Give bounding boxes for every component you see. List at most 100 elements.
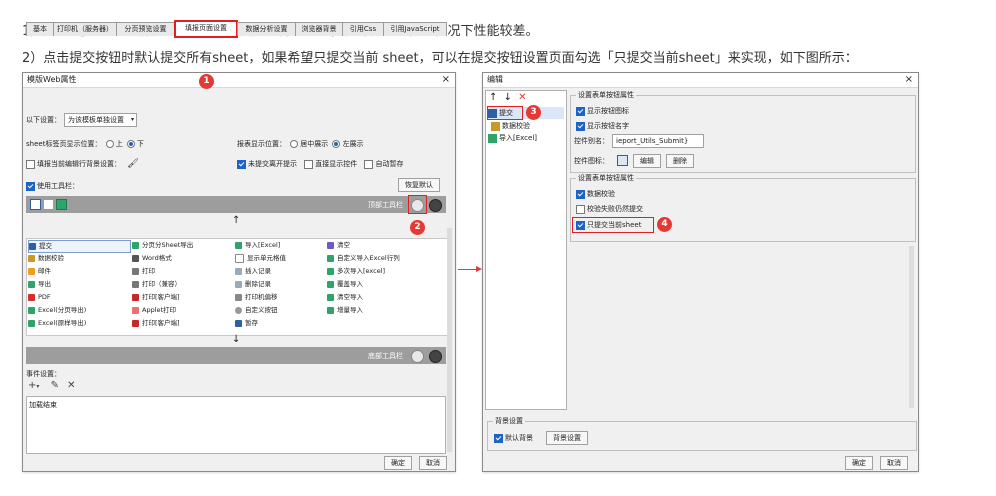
event-list: 加载结束	[26, 396, 446, 454]
excel-icon	[56, 199, 67, 210]
vertical-scrollbar[interactable]	[447, 228, 452, 452]
delete-icon[interactable]: ✕	[67, 380, 75, 391]
tree-item-validate[interactable]: 数据校验	[491, 121, 530, 131]
excel-icon	[327, 306, 334, 314]
arrow-up-icon: ↑	[232, 215, 241, 226]
background-settings-button[interactable]: 背景设置	[546, 431, 588, 445]
close-circle-icon[interactable]	[429, 350, 442, 363]
tree-item-label: 数据校验	[502, 122, 530, 130]
fill-bg-label: 填报当前编辑行背景设置：	[37, 160, 121, 168]
grid-cell[interactable]: 导入[Excel]	[235, 240, 280, 251]
radio-bottom[interactable]	[126, 140, 135, 148]
tab-fill-page-settings[interactable]: 填报页面设置	[174, 20, 238, 38]
default-bg-row: 默认背景	[494, 433, 533, 443]
control-icon-label: 控件图标：	[574, 157, 609, 165]
paint-bucket-icon[interactable]: 🖌	[127, 159, 138, 169]
cancel-button[interactable]: 取消	[880, 456, 908, 470]
tree-item-import[interactable]: 导入[Excel]	[488, 133, 537, 143]
tab-css[interactable]: 引用Css	[342, 22, 384, 36]
pdf-icon	[28, 293, 35, 301]
chevron-down-icon[interactable]: ▾	[36, 383, 39, 390]
grid-cell[interactable]: 覆盖导入	[327, 279, 363, 290]
grid-cell-label: 清空导入	[337, 293, 363, 301]
event-item[interactable]: 加载结束	[29, 400, 57, 410]
grid-cell[interactable]: 分页分Sheet导出	[132, 240, 193, 251]
cancel-button[interactable]: 取消	[419, 456, 447, 470]
radio-center-label: 居中展示	[300, 140, 329, 148]
tab-printer-server[interactable]: 打印机（服务器）	[53, 22, 117, 36]
move-up-icon[interactable]: ↑	[489, 92, 497, 103]
highlight-gear	[408, 195, 427, 214]
grid-cell[interactable]: Applet打印	[132, 305, 176, 316]
tab-data-analysis[interactable]: 数据分析设置	[237, 22, 296, 36]
delete-button[interactable]: 删除	[666, 154, 694, 168]
grid-cell[interactable]: 自定义按钮	[235, 305, 278, 316]
vertical-scrollbar[interactable]	[909, 246, 914, 408]
show-icon-label: 显示按钮图标	[587, 107, 629, 115]
radio-bottom-label: 下	[136, 140, 144, 148]
close-icon[interactable]: ×	[442, 73, 450, 87]
grid-cell[interactable]: 清空	[327, 240, 350, 251]
grid-cell[interactable]: 打印	[132, 266, 155, 277]
auto-save-label: 自动暂存	[375, 160, 404, 168]
radio-top[interactable]	[105, 140, 114, 148]
grid-cell[interactable]: 多次导入[excel]	[327, 266, 385, 277]
grid-cell[interactable]: 邮件	[28, 266, 51, 277]
setting-scope-select[interactable]: 为该模板单独设置 ▾	[64, 113, 137, 127]
tab-basic[interactable]: 基本	[26, 22, 54, 36]
grid-cell-label: 打印	[142, 267, 155, 275]
data-check-checkbox[interactable]	[576, 189, 585, 199]
grid-cell-label: 多次导入[excel]	[337, 267, 386, 275]
grid-cell[interactable]: 暂存	[235, 318, 258, 329]
restore-default-button[interactable]: 恢复默认	[398, 178, 440, 192]
radio-center[interactable]	[290, 140, 299, 148]
show-name-checkbox[interactable]	[576, 121, 585, 131]
fill-bg-checkbox[interactable]	[26, 159, 35, 169]
grid-cell[interactable]: 数据校验	[28, 253, 64, 264]
grid-cell-label: 自定义导入Excel行列	[337, 254, 400, 262]
close-icon[interactable]: ×	[905, 73, 913, 87]
direct-show-checkbox[interactable]	[304, 159, 314, 169]
grid-cell[interactable]: Word格式	[132, 253, 172, 264]
print-icon	[132, 267, 139, 275]
grid-cell[interactable]: 自定义导入Excel行列	[327, 253, 400, 264]
tab-page-preview[interactable]: 分页预览设置	[116, 22, 175, 36]
grid-cell[interactable]: 显示单元格值	[235, 253, 286, 264]
move-down-icon[interactable]: ↓	[504, 92, 512, 103]
grid-cell[interactable]: 打印[客户端]	[132, 318, 180, 329]
grid-cell[interactable]: Excel(原样导出)	[28, 318, 86, 329]
grid-cell[interactable]: 导出	[28, 279, 51, 290]
gear-icon[interactable]	[411, 350, 424, 363]
grid-cell-submit[interactable]: 提交	[28, 240, 131, 253]
control-alias-input[interactable]: ieport_Utils_Submit}	[612, 134, 704, 148]
grid-cell-label: Applet打印	[142, 306, 177, 314]
grid-cell[interactable]: 清空导入	[327, 292, 363, 303]
edit-button[interactable]: 编辑	[633, 154, 661, 168]
show-icon-checkbox[interactable]	[576, 106, 585, 116]
grid-cell[interactable]: 增量导入	[327, 305, 363, 316]
ok-button[interactable]: 确定	[845, 456, 873, 470]
grid-cell[interactable]: 打印[客户端]	[132, 292, 180, 303]
still-submit-checkbox[interactable]	[576, 204, 585, 214]
grid-cell-label: 邮件	[38, 267, 51, 275]
excel-icon	[327, 254, 334, 262]
grid-cell[interactable]: PDF	[28, 292, 51, 303]
grid-cell[interactable]: Excel(分页导出)	[28, 305, 86, 316]
grid-cell[interactable]: 打印（兼容）	[132, 279, 181, 290]
grid-cell[interactable]: 插入记录	[235, 266, 271, 277]
edit-icon[interactable]: ✎	[51, 380, 59, 391]
grid-cell[interactable]: 删除记录	[235, 279, 271, 290]
remove-icon[interactable]: ✕	[518, 92, 526, 103]
tab-browser-background[interactable]: 浏览器背景	[295, 22, 343, 36]
tab-javascript[interactable]: 引用JavaScript	[383, 22, 447, 36]
radio-left[interactable]	[332, 140, 341, 148]
group-title: 设置表单按钮属性	[576, 173, 636, 183]
ok-button[interactable]: 确定	[384, 456, 412, 470]
event-toolbar: +▾ ✎ ✕	[28, 381, 76, 392]
grid-cell[interactable]: 打印机偏移	[235, 292, 278, 303]
default-bg-checkbox[interactable]	[494, 433, 503, 443]
use-toolbar-checkbox[interactable]	[26, 181, 35, 191]
close-circle-icon[interactable]	[429, 199, 442, 212]
auto-save-checkbox[interactable]	[364, 159, 374, 169]
unsubmitted-checkbox[interactable]	[237, 159, 246, 169]
